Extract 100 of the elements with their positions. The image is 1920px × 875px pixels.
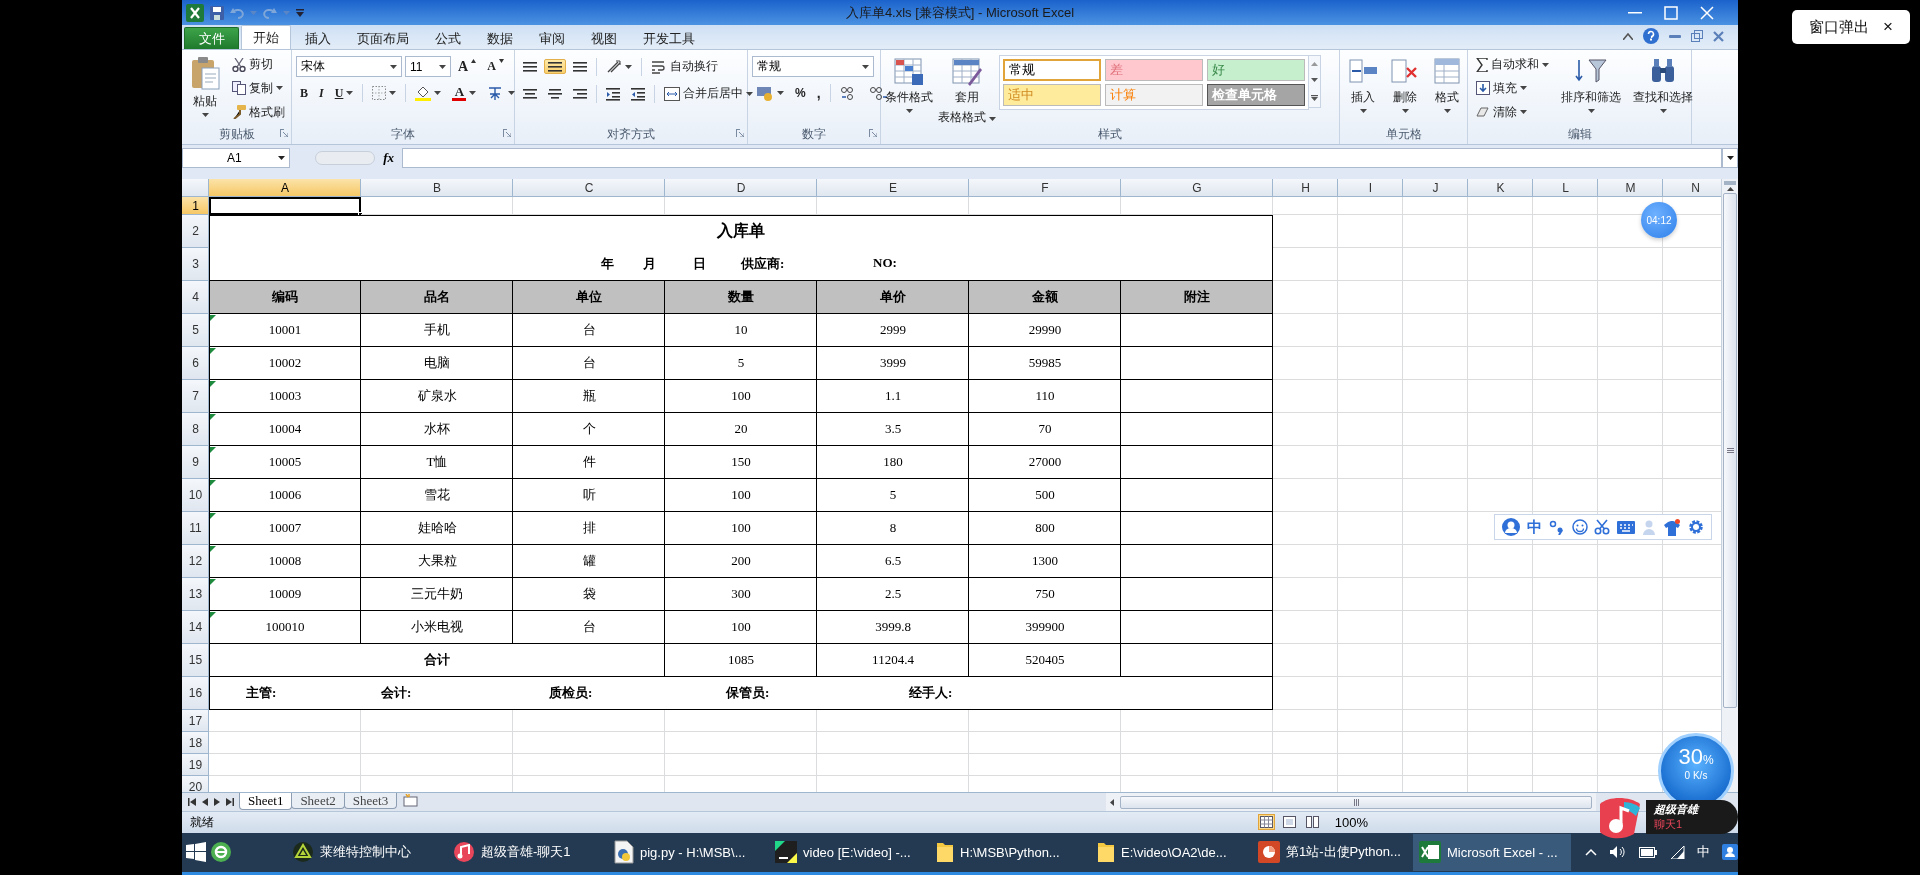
row-header[interactable]: 13 xyxy=(182,577,209,611)
ribbon-tab[interactable]: 审阅 xyxy=(527,27,577,49)
underline-button[interactable]: U xyxy=(330,83,358,103)
ribbon-button[interactable]: 自动求和 xyxy=(1472,54,1553,76)
caret-icon xyxy=(1659,109,1667,113)
row-header[interactable]: 19 xyxy=(182,753,209,776)
ribbon-button[interactable]: 查找和选择 xyxy=(1629,53,1697,126)
next-sheet-icon xyxy=(214,798,220,807)
vertical-scrollbar[interactable] xyxy=(1721,178,1738,793)
ribbon-button[interactable]: 格式 xyxy=(1428,53,1466,126)
ribbon-tab[interactable]: 文件 xyxy=(184,27,239,49)
font-name-field[interactable]: 宋体 xyxy=(296,56,402,77)
ribbon-tab[interactable]: 数据 xyxy=(475,27,525,49)
ribbon-button[interactable]: 复制 xyxy=(228,78,289,99)
taskbar-item[interactable]: 超级音雄-聊天1 xyxy=(447,833,605,871)
taskbar-item[interactable]: Microsoft Excel - ... xyxy=(1413,833,1571,871)
ribbon-button[interactable]: 排序和筛选 xyxy=(1557,53,1625,126)
row-header[interactable]: 14 xyxy=(182,610,209,644)
row-header[interactable]: 2 xyxy=(182,214,209,248)
taskbar-item[interactable]: video [E:\video] -... xyxy=(769,833,927,871)
input-method-indicator[interactable]: 中 xyxy=(1697,843,1710,862)
group-label: 数字 xyxy=(802,126,826,143)
ribbon-button[interactable]: 填充 xyxy=(1472,78,1553,99)
decrease-indent-icon xyxy=(606,86,620,101)
start-icon xyxy=(186,842,206,863)
sheet-tab[interactable]: Sheet3 xyxy=(343,793,398,810)
row-header[interactable]: 11 xyxy=(182,511,209,545)
ribbon-button[interactable]: 自动换行 xyxy=(647,56,722,77)
row-header[interactable]: 12 xyxy=(182,544,209,578)
expand-formula-button[interactable] xyxy=(1722,148,1738,168)
comma-button[interactable]: , xyxy=(812,83,825,103)
ribbon-button[interactable]: 插入 xyxy=(1344,53,1382,126)
taskbar-item[interactable]: 莱维特控制中心 xyxy=(286,833,444,871)
zoom-level[interactable]: 100% xyxy=(1334,814,1368,830)
ribbon-button[interactable]: 剪切 xyxy=(228,54,289,76)
bold-button[interactable]: B xyxy=(296,83,312,103)
ribbon-button[interactable]: 粘贴 xyxy=(186,53,224,126)
ribbon-button[interactable]: 删除 xyxy=(1386,53,1424,126)
ribbon-tab[interactable]: 开发工具 xyxy=(631,27,707,49)
ribbon-tab[interactable]: 插入 xyxy=(293,27,343,49)
align-button[interactable] xyxy=(544,59,566,74)
row-header[interactable]: 5 xyxy=(182,313,209,347)
page-layout-button[interactable] xyxy=(1280,814,1298,831)
page-break-button[interactable] xyxy=(1303,814,1321,831)
ribbon-tab[interactable]: 开始 xyxy=(241,25,291,49)
table-cell: 399900 xyxy=(969,610,1121,644)
insert-function-button[interactable]: fx xyxy=(383,150,394,166)
taskbar-item[interactable]: H:\MSB\Python... xyxy=(930,833,1088,871)
music-widget[interactable]: 超级音雄 聊天1 xyxy=(1646,800,1738,834)
ribbon-tab[interactable]: 公式 xyxy=(423,27,473,49)
ribbon-button[interactable]: 清除 xyxy=(1472,101,1553,123)
column-heading: 单位 xyxy=(513,280,665,314)
caret-down-icon xyxy=(498,59,504,63)
taskbar-item[interactable]: 第1站-出使Python... xyxy=(1252,833,1410,871)
taskbar-item[interactable]: E:\video\OA2\de... xyxy=(1091,833,1249,871)
font-color-button[interactable]: A xyxy=(448,83,481,103)
border-icon xyxy=(372,86,387,100)
italic-button[interactable]: I xyxy=(315,83,328,103)
grow-font-button[interactable]: A xyxy=(454,56,481,77)
splitter-handle[interactable] xyxy=(315,151,376,165)
collapse-ribbon-icon xyxy=(1623,32,1633,40)
normal-view-button[interactable] xyxy=(1257,814,1275,831)
input-mode[interactable]: 中 xyxy=(1527,517,1543,537)
caret-icon xyxy=(276,86,283,91)
taskbar-item[interactable]: pig.py - H:\MSB\... xyxy=(608,833,766,871)
row-header[interactable]: 8 xyxy=(182,412,209,446)
shrink-font-button[interactable]: A xyxy=(483,57,508,76)
ribbon-button[interactable]: 条件格式 xyxy=(883,53,935,126)
row-header[interactable]: 10 xyxy=(182,478,209,512)
row-header[interactable]: 6 xyxy=(182,346,209,380)
name-box[interactable]: A1 xyxy=(182,148,290,168)
sheet-tab[interactable]: Sheet2 xyxy=(291,793,345,810)
cell-style-option[interactable]: 常规 xyxy=(1003,59,1102,81)
row-header[interactable]: 16 xyxy=(182,676,209,710)
ribbon-button[interactable]: 格式刷 xyxy=(228,101,289,123)
align-icon xyxy=(548,86,562,101)
cell-style-option[interactable]: 好 xyxy=(1207,59,1306,81)
row-header[interactable]: 3 xyxy=(182,247,209,281)
cell-cursor[interactable] xyxy=(209,196,361,215)
popout-button[interactable]: 窗口弹出 × xyxy=(1792,10,1910,44)
table-cell: 件 xyxy=(513,445,665,479)
row-header[interactable]: 9 xyxy=(182,445,209,479)
column-heading: 单价 xyxy=(817,280,969,314)
row-header[interactable]: 4 xyxy=(182,280,209,314)
row-header[interactable]: 15 xyxy=(182,643,209,677)
number-format-field[interactable]: 常规 xyxy=(752,56,874,77)
row-header[interactable]: 17 xyxy=(182,709,209,732)
ribbon-button[interactable]: 套用 表格格式 xyxy=(936,53,999,126)
ribbon-tab[interactable]: 视图 xyxy=(579,27,629,49)
table-cell: 10006 xyxy=(209,478,361,512)
sheet-tab[interactable]: Sheet1 xyxy=(239,793,293,811)
ribbon-tab[interactable]: 页面布局 xyxy=(345,27,421,49)
percent-button[interactable]: % xyxy=(791,84,810,102)
row-header[interactable]: 18 xyxy=(182,731,209,754)
row-header[interactable]: 7 xyxy=(182,379,209,413)
font-size-field[interactable]: 11 xyxy=(405,56,451,77)
ribbon-button[interactable]: 合并后居中 xyxy=(660,83,757,104)
caret-icon xyxy=(439,64,446,69)
horizontal-scrollbar[interactable] xyxy=(1106,793,1596,811)
formula-input[interactable] xyxy=(402,148,1722,168)
